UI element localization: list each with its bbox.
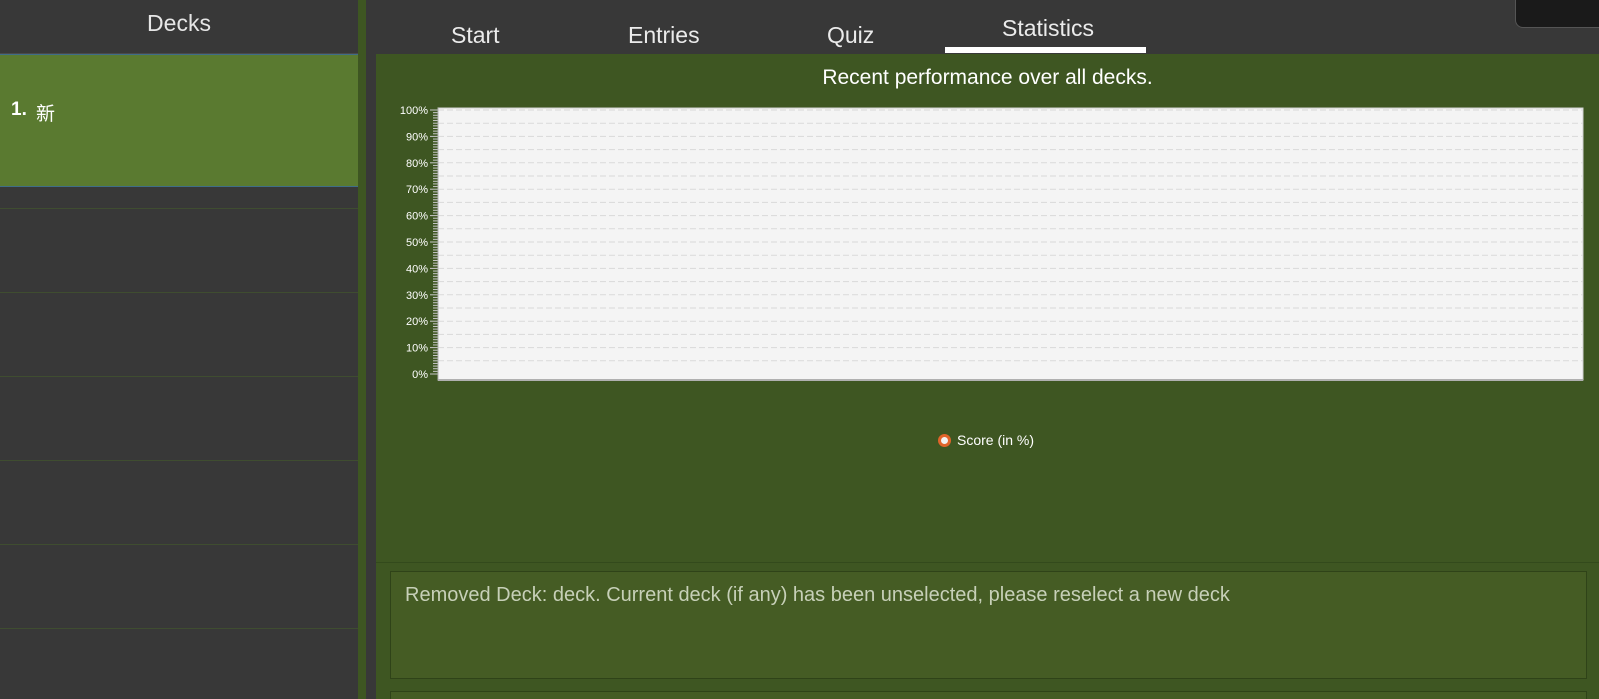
deck-list-row-divider (0, 628, 358, 629)
y-tick-label: 60% (406, 211, 428, 223)
y-tick-label: 20% (406, 316, 428, 328)
y-axis-tick-labels: 100% 90% 80% 70% 60% 50% 40% 30% 20% 10% 0% (400, 105, 428, 381)
y-tick-label: 90% (406, 131, 428, 143)
tab-start[interactable]: Start (451, 22, 500, 49)
deck-list-row-divider (0, 544, 358, 545)
deck-list-title: Decks (147, 10, 211, 36)
result-message: Removed Deck: deck. Current deck (if any… (405, 584, 1230, 606)
legend-label: Score (in %) (957, 432, 1035, 448)
tab-statistics[interactable]: Statistics (1002, 15, 1094, 42)
tab-bar: Start Entries Quiz Statistics (376, 0, 1599, 54)
deck-list-row-divider (0, 292, 358, 293)
plot-area (437, 107, 1584, 381)
deck-list-row-divider (0, 208, 358, 209)
deck-name: 新 (36, 103, 56, 125)
result-display-area: Removed Deck: deck. Current deck (if any… (376, 563, 1599, 699)
y-tick-label: 30% (406, 290, 428, 302)
deck-list-row-divider (0, 460, 358, 461)
tab-entries[interactable]: Entries (628, 22, 700, 49)
deck-list-row-divider (0, 376, 358, 377)
command-box[interactable] (390, 691, 1587, 699)
performance-chart: 100% 90% 80% 70% 60% 50% 40% 30% 20% 10% 0% (400, 105, 1584, 381)
deck-list-header: Decks (0, 0, 366, 54)
deck-list-item-selected[interactable]: 1. 新 (0, 54, 366, 187)
y-tick-label: 0% (412, 369, 428, 381)
tab-selected-indicator (945, 47, 1146, 53)
statistics-panel: Recent performance over all decks. 100% 9… (376, 54, 1599, 563)
panel-splitter[interactable] (358, 0, 366, 699)
y-tick-label: 50% (406, 237, 428, 249)
y-tick-label: 40% (406, 263, 428, 275)
y-tick-label: 10% (406, 343, 428, 355)
deck-index: 1. (11, 99, 27, 120)
y-tick-label: 70% (406, 184, 428, 196)
series-marker-icon (938, 434, 951, 447)
tab-quiz[interactable]: Quiz (827, 22, 874, 49)
y-tick-label: 100% (400, 105, 428, 117)
result-display: Removed Deck: deck. Current deck (if any… (390, 571, 1587, 679)
corner-popup[interactable] (1515, 0, 1599, 28)
y-axis-ticks (430, 109, 438, 375)
y-tick-label: 80% (406, 158, 428, 170)
deck-list-panel: Decks 1. 新 (0, 0, 366, 699)
